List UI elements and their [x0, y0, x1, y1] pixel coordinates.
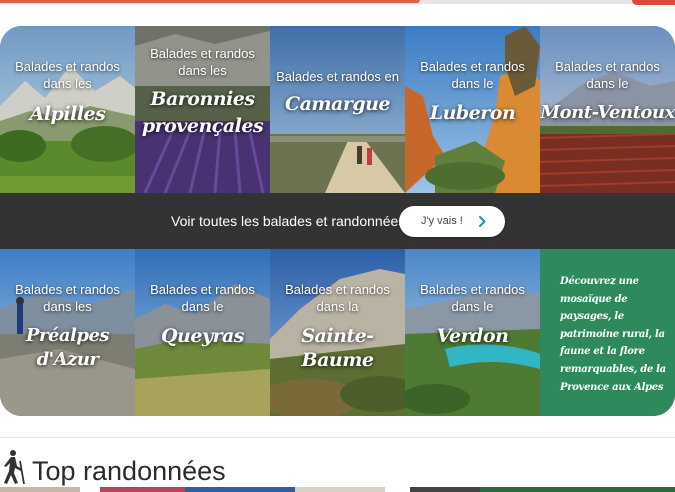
tile-destination-name: Alpilles: [29, 103, 106, 125]
tile-baronnies[interactable]: Balades et randos dans les Baronnies pro…: [135, 26, 270, 193]
card-thumbnail-strip: [410, 487, 480, 492]
top-red-tab[interactable]: [632, 0, 675, 5]
tile-destination-name: Luberon: [429, 102, 516, 124]
tile-caption-line1: Balades et randos: [15, 282, 120, 297]
see-all-button-label: J'y vais !: [421, 215, 463, 227]
tile-prealpes-dazur[interactable]: Balades et randos dans les Préalpes d'Az…: [0, 249, 135, 416]
see-all-band: Voir toutes les balades et randonnées J'…: [0, 193, 675, 249]
top-red-line: [0, 0, 420, 3]
tile-verdon[interactable]: Balades et randos dans le Verdon: [405, 249, 540, 416]
destinations-panel: Balades et randos dans les Alpilles Bala…: [0, 26, 675, 416]
tile-caption-line2: dans les: [43, 76, 92, 91]
tile-caption-line2: dans les: [43, 299, 92, 314]
tile-destination-name: Camargue: [284, 93, 391, 115]
tile-caption-line2: dans les: [178, 63, 227, 78]
tile-queyras[interactable]: Balades et randos dans le Queyras: [135, 249, 270, 416]
hiker-icon: [4, 450, 25, 485]
tile-caption-line1: Balades et randos: [420, 282, 525, 297]
tile-caption-line1: Balades et randos: [285, 282, 390, 297]
card-thumbnail-strip: [0, 487, 80, 492]
tile-caption-line1: Balades et randos: [15, 59, 120, 74]
see-all-label: Voir toutes les balades et randonnées: [171, 213, 406, 229]
tile-caption-line2: dans le: [181, 299, 224, 314]
tile-caption-line1: Balades et randos: [150, 46, 255, 61]
tile-caption-line1: Balades et randos: [555, 59, 660, 74]
tile-caption-line1: Balades et randos en: [276, 69, 399, 84]
tile-destination-name: Préalpes d'Azur: [25, 325, 110, 370]
tile-caption-line1: Balades et randos: [420, 59, 525, 74]
tile-destination-name-line2: provençales: [141, 115, 264, 137]
tile-sainte-baume[interactable]: Balades et randos dans la Sainte-Baume: [270, 249, 405, 416]
card-thumbnail-strip: [480, 487, 675, 492]
tile-destination-name: Verdon: [436, 325, 509, 347]
tile-destination-name: Sainte-Baume: [301, 325, 374, 371]
promo-tile: Découvrez une mosaïque de paysages, le p…: [540, 249, 675, 416]
tile-caption-line2: dans le: [586, 76, 629, 91]
chevron-right-icon: [479, 216, 486, 227]
destinations-row-2: Balades et randos dans les Préalpes d'Az…: [0, 249, 675, 416]
tile-destination-name: Queyras: [160, 325, 245, 347]
section-title: Top randonnées: [32, 456, 226, 486]
card-thumbnail-strip: [100, 487, 185, 492]
tile-camargue[interactable]: Balades et randos en Camargue: [270, 26, 405, 193]
tile-destination-name: Mont-Ventoux: [540, 102, 675, 123]
tile-caption-line2: dans la: [316, 299, 359, 314]
see-all-button[interactable]: J'y vais !: [399, 206, 505, 237]
tile-caption-line2: dans le: [451, 76, 494, 91]
tile-destination-name: Baronnies: [150, 88, 255, 110]
card-thumbnail-strip: [295, 487, 385, 492]
tile-mont-ventoux[interactable]: Balades et randos dans le Mont-Ventoux: [540, 26, 675, 193]
tile-caption-line1: Balades et randos: [150, 282, 255, 297]
tile-luberon[interactable]: Balades et randos dans le Luberon: [405, 26, 540, 193]
promo-text: Découvrez une mosaïque de paysages, le p…: [560, 276, 666, 393]
destinations-row-1: Balades et randos dans les Alpilles Bala…: [0, 26, 675, 193]
tile-caption-line2: dans le: [451, 299, 494, 314]
card-thumbnail-strip: [185, 487, 295, 492]
top-accent-bar: [0, 0, 675, 5]
section-divider: [0, 437, 675, 438]
tile-alpilles[interactable]: Balades et randos dans les Alpilles: [0, 26, 135, 193]
